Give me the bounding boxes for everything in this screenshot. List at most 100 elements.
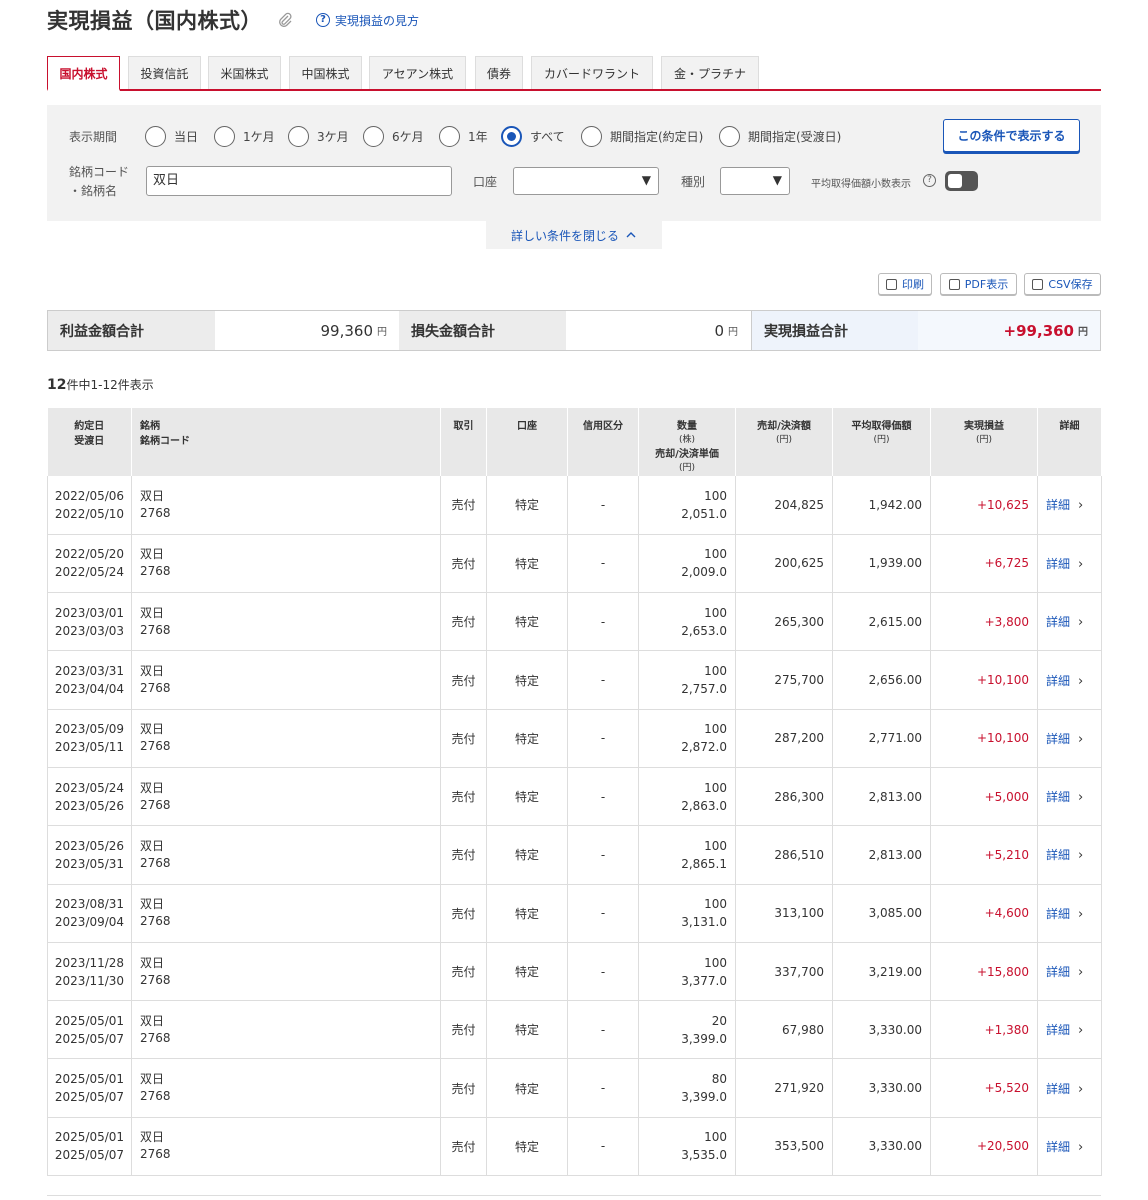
stock-code: 2768 <box>140 564 171 579</box>
detail-link[interactable]: 詳細 › <box>1037 825 1102 885</box>
stock-cell: 双日 2768 <box>131 476 441 535</box>
stock-name: 双日 <box>140 1072 165 1087</box>
col-name: 銘柄 銘柄コード <box>131 408 441 476</box>
period-label: 表示期間 <box>69 130 118 144</box>
period-all-radio[interactable]: すべて <box>501 126 565 147</box>
print-button[interactable]: 印刷 <box>878 273 932 295</box>
detail-link[interactable]: 詳細 › <box>1037 709 1102 768</box>
unit-price: 3,535.0 <box>681 1148 727 1163</box>
unit-price: 3,399.0 <box>681 1090 727 1105</box>
stock-code: 2768 <box>140 972 171 987</box>
detail-link[interactable]: 詳細 › <box>1037 884 1102 943</box>
detail-link[interactable]: 詳細 › <box>1037 1117 1102 1177</box>
realized-pl: +20,500 <box>930 1117 1038 1177</box>
tab-gold-platinum[interactable]: 金・プラチナ <box>661 56 759 89</box>
qty-price-cell: 100 3,377.0 <box>638 942 736 1002</box>
sale-amount: 204,825 <box>735 476 833 535</box>
unit-price: 2,009.0 <box>681 565 727 580</box>
collapse-filter-link[interactable]: 詳しい条件を閉じる <box>486 221 662 249</box>
detail-label: 詳細 <box>1046 556 1071 571</box>
avg-cost: 3,330.00 <box>832 1000 931 1060</box>
decimal-display-toggle[interactable] <box>945 171 978 191</box>
header-unit: (円) <box>873 435 890 445</box>
net-total-value: +99,360 円 <box>918 311 1100 350</box>
decimal-display-label: 平均取得価額小数表示 <box>811 179 911 190</box>
period-1m-radio[interactable]: 1ケ月 <box>214 126 275 147</box>
help-link[interactable]: ? 実現損益の見方 <box>316 12 419 29</box>
detail-link[interactable]: 詳細 › <box>1037 942 1102 1002</box>
unit-price: 2,863.0 <box>681 798 727 813</box>
csv-button[interactable]: CSV保存 <box>1024 273 1101 295</box>
avg-cost: 2,771.00 <box>832 709 931 768</box>
stock-code: 2768 <box>140 1147 171 1162</box>
detail-link[interactable]: 詳細 › <box>1037 476 1102 535</box>
tab-china-stocks[interactable]: 中国株式 <box>289 56 362 89</box>
tab-mutual-funds[interactable]: 投資信託 <box>128 56 201 89</box>
csv-icon <box>1032 278 1044 290</box>
detail-link[interactable]: 詳細 › <box>1037 767 1102 827</box>
date-cell: 2023/03/01 2023/03/03 <box>47 592 132 652</box>
period-today-radio[interactable]: 当日 <box>145 126 198 147</box>
detail-link[interactable]: 詳細 › <box>1037 592 1102 652</box>
tab-covered-warrants[interactable]: カバードワラント <box>531 56 653 89</box>
trade-type: 売付 <box>440 476 487 535</box>
print-icon <box>886 278 897 290</box>
account-select[interactable]: ▼ <box>513 167 659 195</box>
profit-total-amount: 99,360 <box>320 321 374 340</box>
unit-price: 3,377.0 <box>681 973 727 988</box>
table-row: 2023/05/26 2023/05/31 双日 2768 売付 特定 - 100 2,865.… <box>47 825 1102 885</box>
trade-type: 売付 <box>440 825 487 885</box>
stock-code: 2768 <box>140 681 171 696</box>
period-settle-date-radio[interactable]: 期間指定(受渡日) <box>719 126 841 147</box>
tab-domestic-stocks[interactable]: 国内株式 <box>47 56 120 91</box>
settle-date: 2023/04/04 <box>54 682 125 697</box>
chevron-right-icon: › <box>1078 790 1084 806</box>
header-text: 実現損益 <box>964 421 1004 432</box>
sale-amount: 67,980 <box>735 1000 833 1060</box>
tab-asean-stocks[interactable]: アセアン株式 <box>369 56 466 89</box>
settle-date: 2025/05/07 <box>54 1148 125 1163</box>
header-text: 銘柄 <box>140 421 160 432</box>
detail-link[interactable]: 詳細 › <box>1037 534 1102 594</box>
quantity: 100 <box>704 488 727 503</box>
stock-cell: 双日 2768 <box>131 942 441 1002</box>
header-text: 売却/決済単価 <box>655 449 719 460</box>
margin-type: - <box>567 1058 639 1118</box>
detail-link[interactable]: 詳細 › <box>1037 650 1102 710</box>
stock-code-input[interactable]: 双日 <box>146 166 452 196</box>
paperclip-icon[interactable] <box>276 11 294 29</box>
period-trade-date-radio[interactable]: 期間指定(約定日) <box>581 126 703 147</box>
product-tabs: 国内株式 投資信託 米国株式 中国株式 アセアン株式 債券 カバードワラント 金… <box>47 56 1101 91</box>
stock-cell: 双日 2768 <box>131 1117 441 1177</box>
date-cell: 2023/11/28 2023/11/30 <box>47 942 132 1002</box>
question-icon[interactable]: ? <box>923 174 936 187</box>
type-select[interactable]: ▼ <box>720 167 790 195</box>
period-1y-radio[interactable]: 1年 <box>439 126 488 147</box>
detail-link[interactable]: 詳細 › <box>1037 1058 1102 1118</box>
stock-cell: 双日 2768 <box>131 884 441 943</box>
code-label-1: 銘柄コード <box>69 165 130 179</box>
detail-link[interactable]: 詳細 › <box>1037 1000 1102 1060</box>
account-type: 特定 <box>486 1058 568 1118</box>
trade-type: 売付 <box>440 1117 487 1177</box>
sale-amount: 271,920 <box>735 1058 833 1118</box>
csv-label: CSV保存 <box>1048 278 1093 291</box>
tab-us-stocks[interactable]: 米国株式 <box>208 56 281 89</box>
table-row: 2023/03/31 2023/04/04 双日 2768 売付 特定 - 100 2,757.… <box>47 650 1102 710</box>
period-3m-radio[interactable]: 3ケ月 <box>288 126 349 147</box>
margin-type: - <box>567 592 639 652</box>
header-text: 数量 <box>677 421 697 432</box>
chevron-right-icon: › <box>1078 906 1084 922</box>
realized-pl: +10,625 <box>930 476 1038 535</box>
apply-filter-button[interactable]: この条件で表示する <box>943 119 1080 152</box>
trade-date: 2023/05/26 <box>54 838 125 853</box>
avg-cost: 2,615.00 <box>832 592 931 652</box>
radio-circle <box>581 126 602 147</box>
radio-circle <box>363 126 384 147</box>
pdf-button[interactable]: PDF表示 <box>940 273 1017 295</box>
period-6m-radio[interactable]: 6ケ月 <box>363 126 424 147</box>
tab-bonds[interactable]: 債券 <box>475 56 523 89</box>
account-type: 特定 <box>486 476 568 535</box>
realized-pl: +15,800 <box>930 942 1038 1002</box>
radio-label: 6ケ月 <box>392 130 424 144</box>
